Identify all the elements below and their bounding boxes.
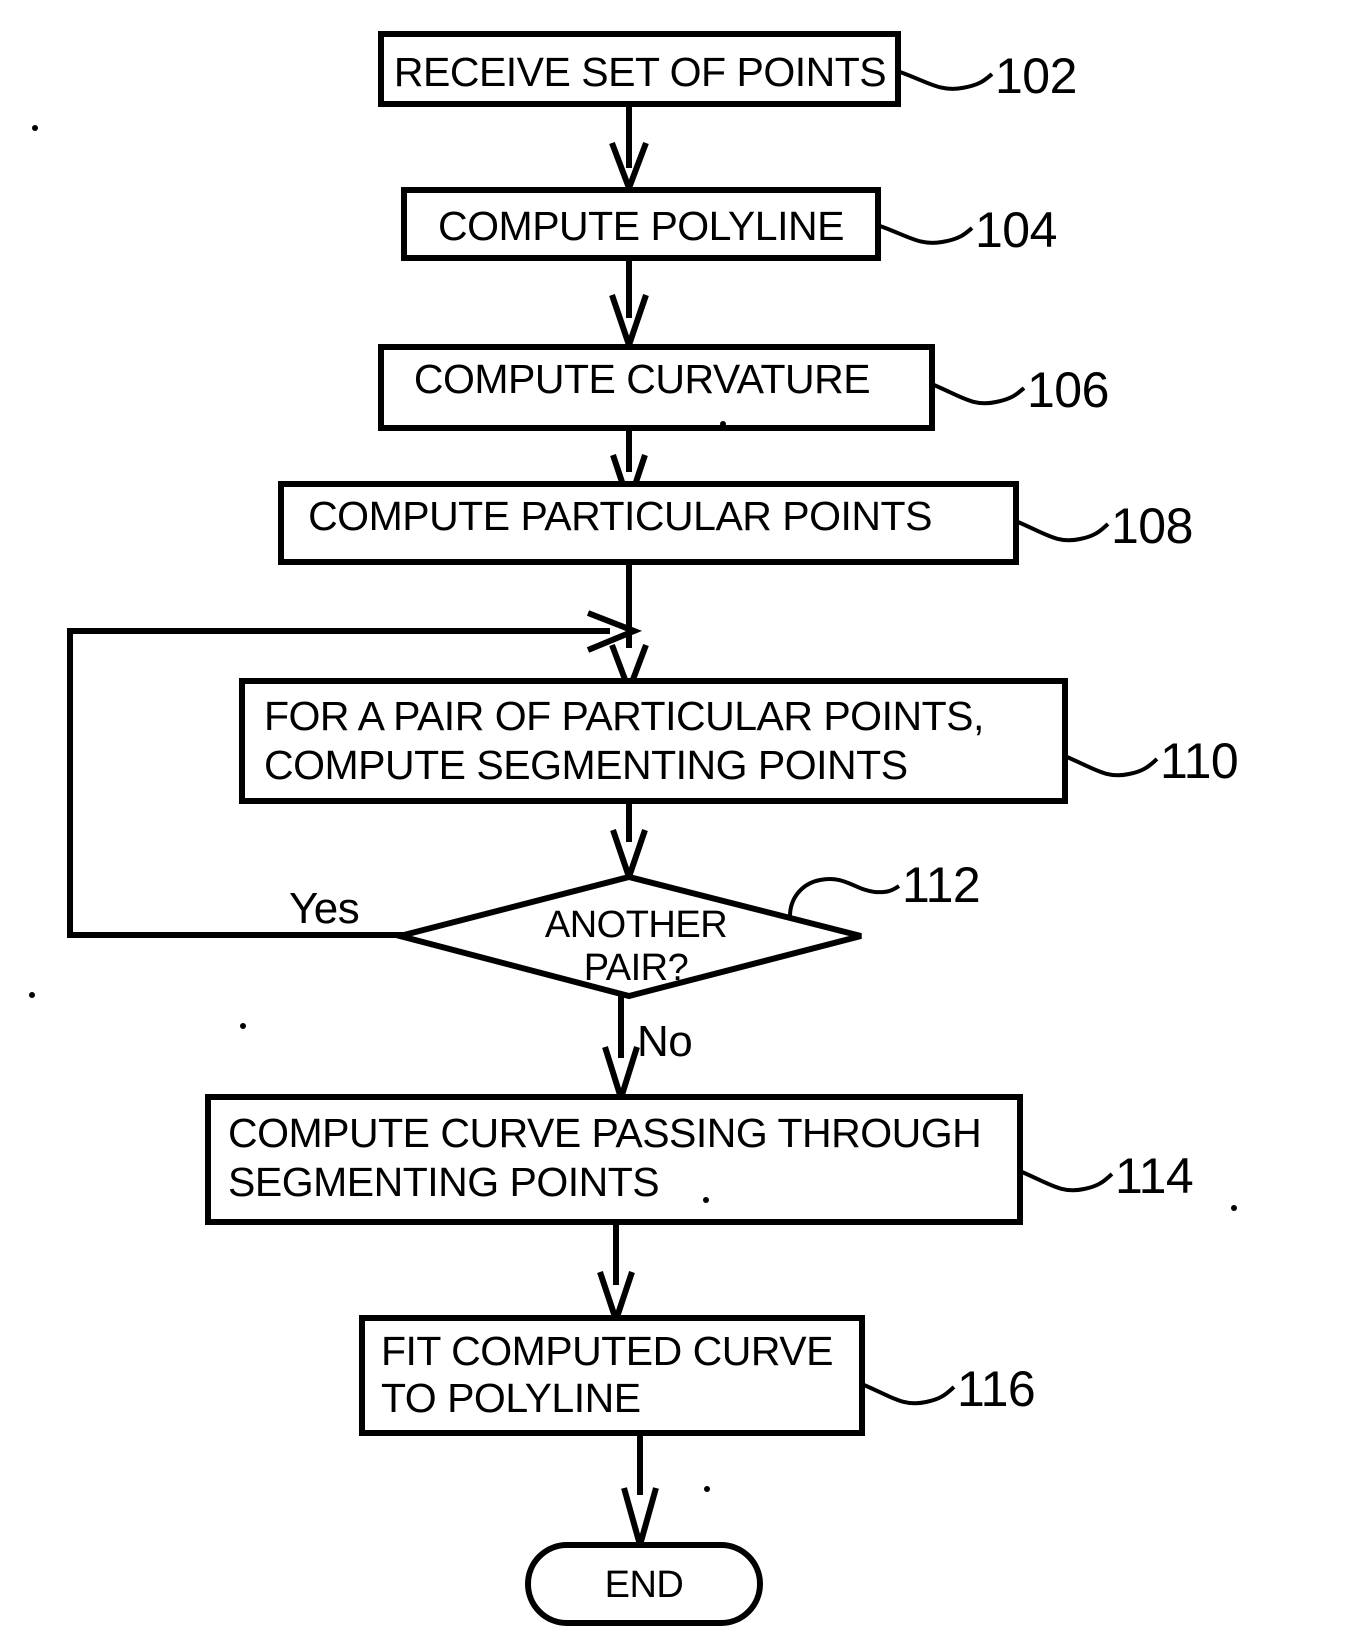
node-112-label-line1: ANOTHER bbox=[545, 904, 727, 946]
node-116-label-line1: FIT COMPUTED CURVE bbox=[381, 1328, 833, 1374]
node-112: ANOTHER PAIR? 112 bbox=[388, 857, 981, 1000]
node-104-label: COMPUTE POLYLINE bbox=[438, 203, 844, 249]
node-114-label-line2: SEGMENTING POINTS bbox=[228, 1159, 659, 1205]
connector-104-106 bbox=[609, 258, 649, 355]
ref-number-110: 110 bbox=[1160, 733, 1238, 789]
node-108: COMPUTE PARTICULAR POINTS 108 bbox=[278, 481, 1193, 565]
ref-number-116: 116 bbox=[957, 1361, 1035, 1417]
connector-112-114 bbox=[602, 996, 640, 1109]
connector-116-end bbox=[621, 1433, 659, 1557]
node-102: RECEIVE SET OF POINTS 102 bbox=[378, 31, 1077, 107]
ref-number-102: 102 bbox=[995, 48, 1077, 104]
node-112-label-line2: PAIR? bbox=[584, 947, 689, 989]
node-104: COMPUTE POLYLINE 104 bbox=[401, 187, 1057, 261]
scan-speck bbox=[1231, 1205, 1237, 1211]
node-116: FIT COMPUTED CURVE TO POLYLINE 116 bbox=[359, 1315, 1036, 1436]
connector-114-116 bbox=[597, 1222, 635, 1330]
scan-speck bbox=[704, 1486, 710, 1492]
scan-speck bbox=[720, 421, 726, 427]
node-110-label-line2: COMPUTE SEGMENTING POINTS bbox=[264, 742, 908, 788]
ref-number-114: 114 bbox=[1115, 1148, 1193, 1204]
ref-number-106: 106 bbox=[1027, 362, 1109, 418]
node-106-label: COMPUTE CURVATURE bbox=[414, 356, 870, 402]
scan-speck bbox=[29, 992, 35, 998]
node-106: COMPUTE CURVATURE 106 bbox=[378, 344, 1109, 431]
scan-speck bbox=[240, 1023, 246, 1029]
node-102-label: RECEIVE SET OF POINTS bbox=[394, 49, 886, 95]
branch-label-yes: Yes bbox=[289, 884, 359, 933]
node-116-label-line2: TO POLYLINE bbox=[381, 1375, 641, 1421]
node-114-label-line1: COMPUTE CURVE PASSING THROUGH bbox=[228, 1110, 981, 1156]
ref-number-108: 108 bbox=[1111, 498, 1193, 554]
node-end: END bbox=[525, 1542, 763, 1626]
node-end-label: END bbox=[605, 1564, 684, 1606]
scan-speck bbox=[703, 1197, 709, 1203]
node-110-label-line1: FOR A PAIR OF PARTICULAR POINTS, bbox=[264, 693, 984, 739]
node-114: COMPUTE CURVE PASSING THROUGH SEGMENTING… bbox=[205, 1094, 1194, 1225]
branch-label-no: No bbox=[637, 1017, 692, 1066]
connector-110-112 bbox=[610, 801, 648, 887]
connector-102-104 bbox=[609, 104, 649, 197]
scan-speck bbox=[32, 125, 38, 131]
node-108-label: COMPUTE PARTICULAR POINTS bbox=[308, 493, 932, 539]
ref-number-104: 104 bbox=[975, 202, 1057, 258]
flowchart-figure: RECEIVE SET OF POINTS 102 COMPUTE POLYLI… bbox=[0, 0, 1363, 1649]
ref-number-112: 112 bbox=[902, 857, 980, 913]
node-110: FOR A PAIR OF PARTICULAR POINTS, COMPUTE… bbox=[239, 678, 1239, 804]
